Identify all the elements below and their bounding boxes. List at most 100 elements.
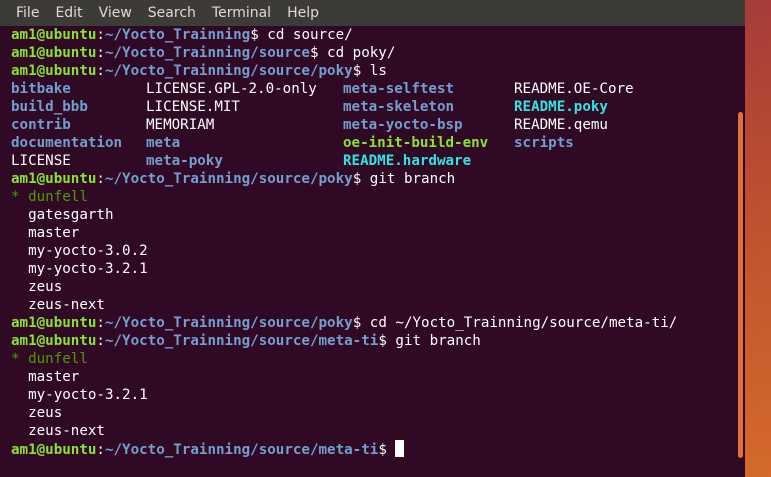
prompt-separator: : (96, 315, 105, 331)
terminal-line: * dunfell (11, 350, 731, 368)
branch-name: master (11, 225, 80, 241)
ls-entry: meta-skeleton (343, 99, 455, 115)
branch-name: gatesgarth (11, 207, 114, 223)
branch-name: zeus-next (11, 297, 105, 313)
branch-name: zeus (11, 279, 63, 295)
terminal-output[interactable]: am1@ubuntu:~/Yocto_Trainning$ cd source/… (11, 26, 731, 466)
terminal-line: am1@ubuntu:~/Yocto_Trainning/source/meta… (11, 332, 731, 350)
terminal-line: am1@ubuntu:~/Yocto_Trainning$ cd source/ (11, 26, 731, 44)
branch-name: my-yocto-3.2.1 (11, 387, 148, 403)
branch-name: master (11, 369, 80, 385)
command-text: git branch (361, 171, 456, 187)
menu-view[interactable]: View (91, 5, 140, 21)
terminal-line: zeus-next (11, 296, 731, 314)
ls-entry: documentation (11, 135, 123, 151)
prompt-user: am1@ubuntu (11, 315, 97, 331)
command-text: ls (361, 63, 387, 79)
ls-entry: oe-init-build-env (343, 135, 489, 151)
prompt-user: am1@ubuntu (11, 45, 97, 61)
prompt-symbol: $ (352, 315, 362, 331)
current-branch: * dunfell (11, 189, 88, 205)
prompt-symbol: $ (378, 333, 387, 349)
prompt-path: ~/Yocto_Trainning/source/poky (104, 315, 353, 331)
prompt-separator: : (96, 45, 105, 61)
ls-entry: README.hardware (343, 153, 472, 169)
ls-entry: LICENSE.MIT (146, 99, 240, 115)
ls-entry: README.OE-Core (514, 81, 634, 97)
branch-name: zeus-next (11, 423, 105, 439)
prompt-separator: : (96, 63, 105, 79)
ls-entry: MEMORIAM (146, 117, 215, 133)
terminal-line: am1@ubuntu:~/Yocto_Trainning/source/poky… (11, 314, 731, 332)
prompt-user: am1@ubuntu (11, 27, 97, 43)
prompt-path: ~/Yocto_Trainning/source (104, 45, 310, 61)
prompt-separator: : (96, 333, 105, 349)
terminal-line: my-yocto-3.2.1 (11, 260, 731, 278)
terminal-line: * dunfell (11, 188, 731, 206)
prompt-separator: : (96, 442, 105, 458)
ls-entry: meta-selftest (343, 81, 455, 97)
terminal-line: gatesgarth (11, 206, 731, 224)
prompt-user: am1@ubuntu (11, 171, 97, 187)
branch-name: my-yocto-3.0.2 (11, 243, 148, 259)
prompt-symbol: $ (378, 442, 387, 458)
menu-edit[interactable]: Edit (47, 5, 90, 21)
menu-terminal[interactable]: Terminal (204, 5, 279, 21)
terminal-line: master (11, 224, 731, 242)
terminal-line: contrib MEMORIAM meta-yocto-bsp README.qemu (11, 116, 731, 134)
ls-entry: LICENSE.GPL-2.0-only (146, 81, 317, 97)
menu-file[interactable]: File (8, 5, 47, 21)
text-cursor (395, 440, 405, 457)
terminal-line: am1@ubuntu:~/Yocto_Trainning/source/poky… (11, 170, 731, 188)
ls-entry: build_bbb (11, 99, 88, 115)
terminal-line: LICENSE meta-poky README.hardware (11, 152, 731, 170)
ls-entry: meta-poky (146, 153, 223, 169)
terminal-window: File Edit View Search Terminal Help am1@… (0, 0, 745, 477)
prompt-symbol: $ (352, 63, 362, 79)
terminal-line: am1@ubuntu:~/Yocto_Trainning/source$ cd … (11, 44, 731, 62)
menu-search[interactable]: Search (140, 5, 204, 21)
command-text: git branch (386, 333, 481, 349)
terminal-line: my-yocto-3.2.1 (11, 386, 731, 404)
prompt-path: ~/Yocto_Trainning/source/poky (104, 171, 353, 187)
command-text: cd ~/Yocto_Trainning/source/meta-ti/ (361, 315, 678, 331)
branch-name: zeus (11, 405, 63, 421)
prompt-user: am1@ubuntu (11, 333, 97, 349)
terminal-line: am1@ubuntu:~/Yocto_Trainning/source/meta… (11, 440, 731, 458)
prompt-path: ~/Yocto_Trainning/source/meta-ti (104, 442, 379, 458)
ls-entry: scripts (514, 135, 574, 151)
ls-entry: meta (146, 135, 181, 151)
menubar: File Edit View Search Terminal Help (0, 0, 745, 26)
prompt-path: ~/Yocto_Trainning (104, 27, 251, 43)
terminal-line: bitbake LICENSE.GPL-2.0-only meta-selftest… (11, 80, 731, 98)
terminal-line: zeus-next (11, 422, 731, 440)
prompt-path: ~/Yocto_Trainning/source/meta-ti (104, 333, 379, 349)
current-branch: * dunfell (11, 351, 88, 367)
ls-entry: LICENSE (11, 153, 71, 169)
ls-entry: contrib (11, 117, 71, 133)
ls-entry: README.qemu (514, 117, 608, 133)
ls-entry: meta-yocto-bsp (343, 117, 463, 133)
prompt-symbol: $ (352, 171, 362, 187)
prompt-path: ~/Yocto_Trainning/source/poky (104, 63, 353, 79)
prompt-symbol: $ (250, 27, 259, 43)
prompt-separator: : (96, 27, 105, 43)
ls-entry: README.poky (514, 99, 608, 115)
command-text (387, 442, 396, 458)
command-text: cd source/ (258, 27, 353, 43)
terminal-line: am1@ubuntu:~/Yocto_Trainning/source/poky… (11, 62, 731, 80)
branch-name: my-yocto-3.2.1 (11, 261, 148, 277)
prompt-separator: : (96, 171, 105, 187)
prompt-user: am1@ubuntu (11, 63, 97, 79)
terminal-line: zeus (11, 404, 731, 422)
terminal-line: master (11, 368, 731, 386)
terminal-scrollbar[interactable] (738, 112, 743, 458)
terminal-line: my-yocto-3.0.2 (11, 242, 731, 260)
terminal-line: documentation meta oe-init-build-env script… (11, 134, 731, 152)
prompt-user: am1@ubuntu (11, 442, 97, 458)
prompt-symbol: $ (309, 45, 319, 61)
ls-entry: bitbake (11, 81, 71, 97)
command-text: cd poky/ (318, 45, 396, 61)
menu-help[interactable]: Help (279, 5, 327, 21)
terminal-line: build_bbb LICENSE.MIT meta-skeleton README.… (11, 98, 731, 116)
